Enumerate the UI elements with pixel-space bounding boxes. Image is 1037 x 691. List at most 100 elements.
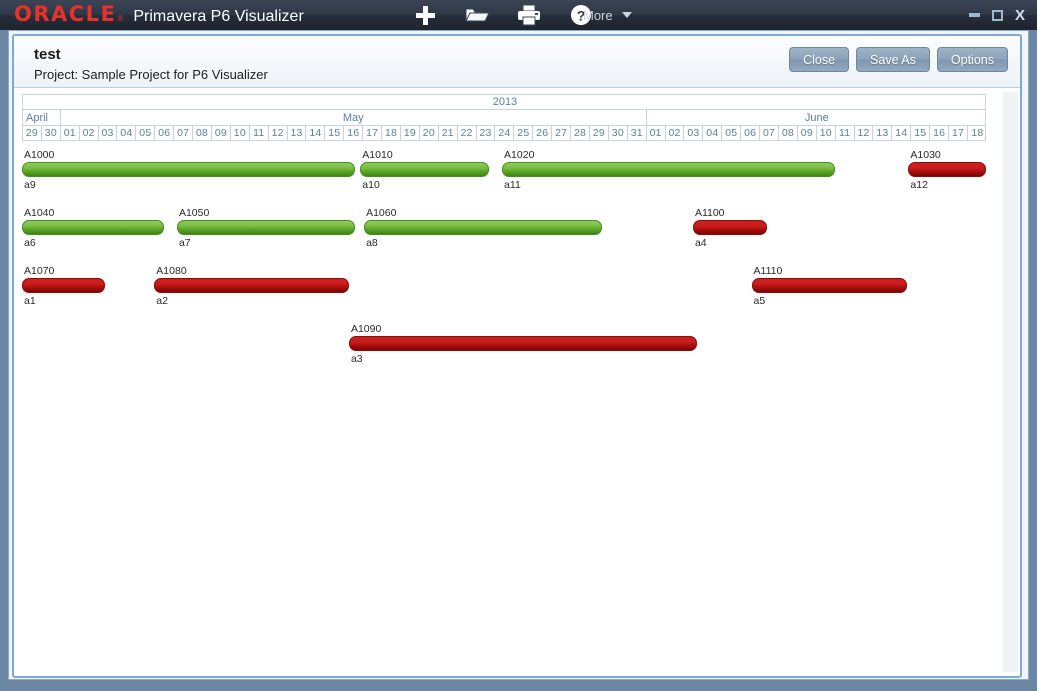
task-id-label: A1030: [910, 149, 941, 161]
timescale-day-cell: 15: [325, 126, 345, 140]
gantt-task[interactable]: A1080 a2: [154, 265, 349, 323]
task-bar[interactable]: [22, 220, 164, 235]
timescale-day-cell: 13: [874, 126, 893, 140]
timescale-day-cell: 03: [685, 126, 704, 140]
close-button[interactable]: Close: [789, 47, 850, 72]
close-window-button[interactable]: X: [1013, 6, 1027, 24]
timescale-day-row: 29 30 01 02 03 04 05 06 07 08 09 10 11 12 13 14 15 16 17 18…: [22, 125, 986, 141]
task-id-label: A1010: [362, 149, 393, 161]
options-button[interactable]: Options: [936, 47, 1008, 72]
task-bar[interactable]: [364, 220, 603, 235]
task-name-label: a9: [24, 179, 36, 191]
gantt-task[interactable]: A1000 a9: [22, 149, 355, 207]
more-menu-button[interactable]: More: [583, 0, 632, 30]
task-bar[interactable]: [22, 278, 106, 293]
timescale-day-cell: 11: [250, 126, 269, 140]
timescale-day-cell: 17: [949, 126, 968, 140]
task-id-label: A1110: [753, 265, 783, 277]
gantt-task[interactable]: A1060 a8: [364, 207, 603, 265]
gantt-task[interactable]: A1110 a5: [751, 265, 907, 323]
minimize-icon: [968, 13, 980, 17]
print-button[interactable]: [516, 2, 542, 28]
gantt-task[interactable]: A1010 a10: [360, 149, 489, 207]
new-icon: [415, 5, 435, 25]
task-bar[interactable]: [348, 336, 697, 351]
task-id-label: A1050: [178, 207, 210, 219]
timescale-day-cell: 02: [80, 126, 99, 140]
task-id-label: A1080: [156, 265, 187, 277]
timescale-day-cell: 06: [741, 126, 761, 140]
project-subtitle: Project: Sample Project for P6 Visualize…: [34, 67, 268, 82]
timescale-day-cell: 12: [855, 126, 874, 140]
task-bar[interactable]: [176, 220, 355, 235]
task-bar[interactable]: [154, 278, 349, 293]
gantt-task[interactable]: A1020 a11: [502, 149, 835, 207]
toolbar: ?: [412, 0, 594, 30]
minimize-button[interactable]: [967, 8, 981, 22]
save-as-button[interactable]: Save As: [856, 47, 930, 72]
oracle-logo: ORACLE ® Primavera P6 Visualizer: [0, 4, 304, 26]
open-button[interactable]: [464, 2, 490, 28]
view-header: test Project: Sample Project for P6 Visu…: [14, 36, 1020, 88]
task-bar[interactable]: [360, 162, 489, 177]
task-bar[interactable]: [751, 278, 907, 293]
task-name-label: a2: [156, 295, 168, 307]
timescale-month-label: May: [61, 110, 647, 125]
timescale-day-cell: 16: [930, 126, 950, 140]
application-frame: test Project: Sample Project for P6 Visu…: [8, 30, 1029, 680]
task-name-label: a3: [350, 353, 363, 365]
timescale-day-cell: 10: [231, 126, 250, 140]
timescale-day-cell: 07: [760, 126, 779, 140]
timescale-day-cell: 28: [571, 126, 590, 140]
task-id-label: A1000: [24, 149, 55, 161]
close-icon: X: [1014, 6, 1025, 24]
vertical-scrollbar[interactable]: [1003, 92, 1018, 672]
timescale-day-cell: 31: [628, 126, 647, 140]
oracle-wordmark: ORACLE: [14, 2, 117, 26]
gantt-task[interactable]: A1100 a4: [692, 207, 767, 265]
timescale-day-cell: 06: [155, 126, 175, 140]
timescale-day-cell: 30: [609, 126, 628, 140]
task-id-label: A1100: [694, 207, 725, 219]
timescale-year-label: 2013: [492, 96, 518, 108]
gantt-task[interactable]: A1090 a3: [348, 323, 697, 381]
gantt-task[interactable]: A1050 a7: [176, 207, 355, 265]
gantt-task[interactable]: A1040 a6: [22, 207, 164, 265]
timescale-day-cell: 30: [42, 126, 61, 140]
timescale-day-cell: 17: [363, 126, 383, 140]
timescale-day-cell: 08: [779, 126, 798, 140]
gantt-bar-area: A1000 a9 A1010 a10 A1020 a11 A1030 a12 A1040 a6 A1…: [22, 149, 992, 669]
task-bar[interactable]: [22, 162, 355, 177]
task-name-label: a6: [24, 237, 36, 249]
timescale: 2013 April May June 29 30 01 02 03 04 05 06 07 08 09…: [22, 94, 986, 141]
task-bar[interactable]: [502, 162, 835, 177]
timescale-day-cell: 22: [458, 126, 477, 140]
task-id-label: A1090: [350, 323, 382, 335]
timescale-day-cell: 04: [703, 126, 723, 140]
task-bar[interactable]: [908, 162, 986, 177]
timescale-month-label: April: [23, 110, 61, 125]
task-id-label: A1060: [366, 207, 397, 219]
timescale-day-cell: 09: [798, 126, 817, 140]
timescale-day-cell: 05: [722, 126, 742, 140]
timescale-day-cell: 01: [61, 126, 80, 140]
timescale-day-cell: 07: [174, 126, 194, 140]
timescale-day-cell: 18: [971, 127, 984, 139]
window-controls: X: [967, 0, 1027, 30]
task-bar[interactable]: [692, 220, 767, 235]
timescale-day-cell: 27: [552, 126, 572, 140]
oracle-trademark-icon: ®: [117, 14, 124, 23]
timescale-year-row: 2013: [22, 94, 986, 109]
timescale-day-cell: 14: [307, 126, 326, 140]
task-name-label: a4: [694, 237, 707, 249]
task-name-label: a1: [24, 295, 36, 307]
gantt-task[interactable]: A1070 a1: [22, 265, 106, 323]
new-button[interactable]: [412, 2, 438, 28]
timescale-day-cell: 10: [817, 126, 836, 140]
maximize-button[interactable]: [990, 8, 1004, 22]
timescale-day-cell: 26: [533, 126, 553, 140]
page-title: test: [34, 46, 61, 63]
timescale-day-cell: 14: [892, 126, 912, 140]
task-name-label: a7: [178, 237, 191, 249]
gantt-task[interactable]: A1030 a12: [908, 149, 986, 207]
